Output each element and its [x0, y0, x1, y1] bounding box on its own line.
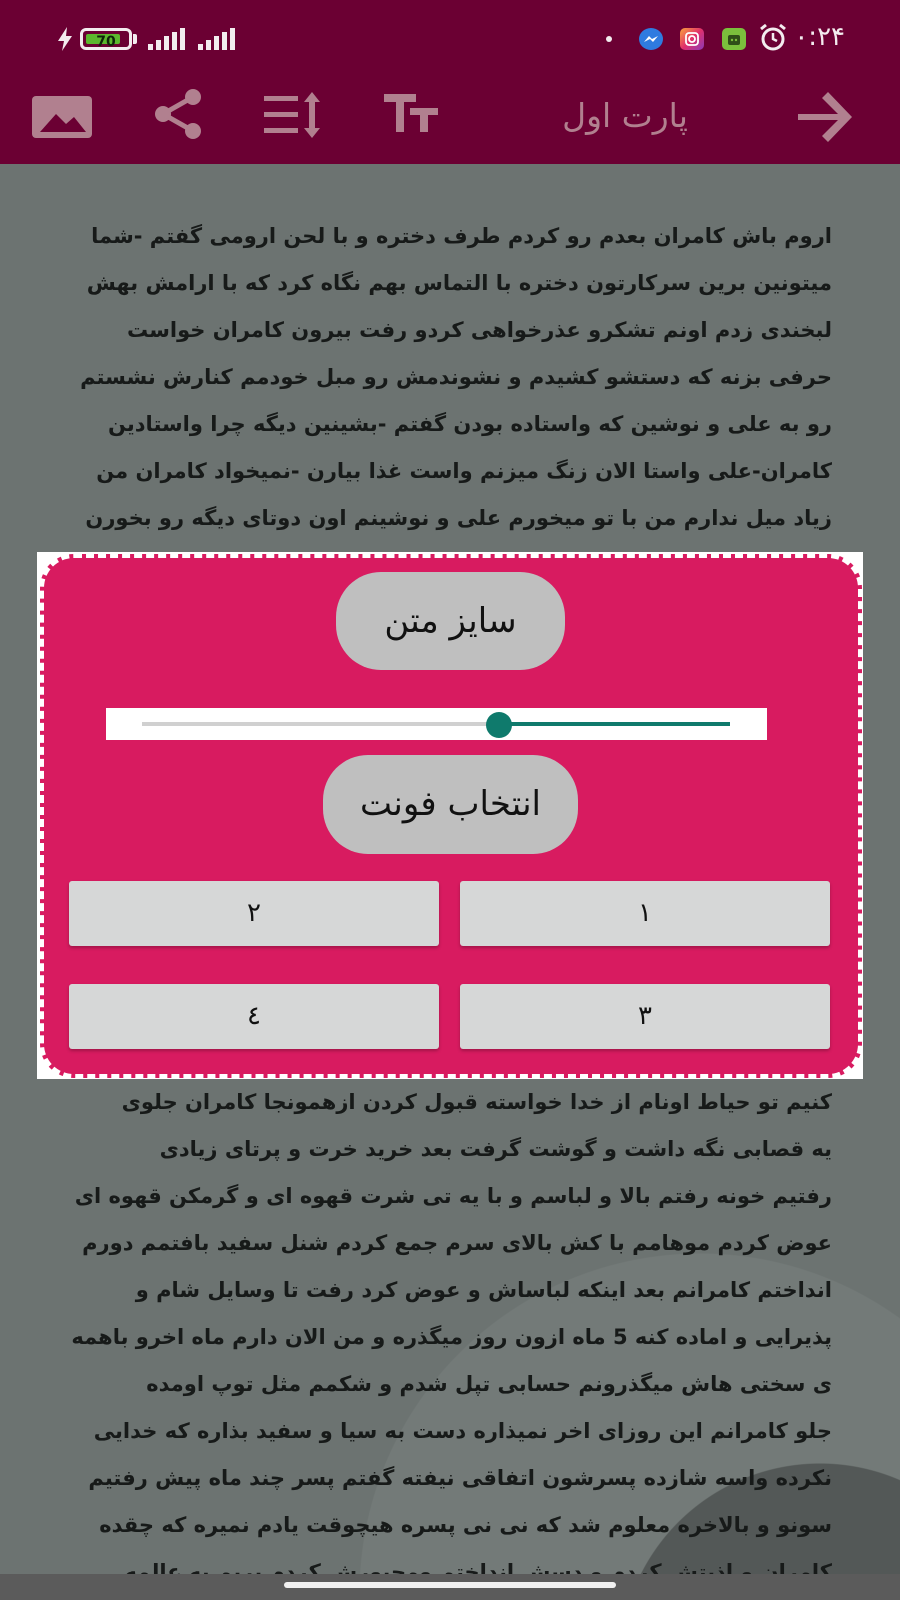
story-line: پذیرایی و اماده کنه 5 ماه ازون روز میگذر… — [71, 1325, 832, 1349]
story-line: نکرده واسه شازده پسرشون اتفاقی نیفته گفت… — [88, 1466, 832, 1490]
story-line: یه قصابی نگه داشت و گوشت گرفت بعد خرید خ… — [159, 1137, 832, 1161]
story-line: انداختم کامرانم بعد اینکه لباساش و عوض ک… — [135, 1278, 832, 1302]
story-line: کنیم تو حیاط اونام از خدا خواسته قبول کر… — [121, 1090, 832, 1114]
battery-icon: 70 — [80, 28, 132, 50]
font-option-4[interactable]: ٤ — [69, 984, 439, 1049]
story-line: کامران-علی واستا الان زنگ میزنم واست غذا… — [96, 459, 832, 483]
story-line: زیاد میل ندارم من با تو میخورم علی و نوش… — [85, 506, 832, 530]
instagram-icon — [680, 28, 704, 50]
story-line: حرفی بزنه که دستشو کشیدم و نشوندمش رو مب… — [80, 365, 832, 389]
story-line: ی سختی هاش میگذرونم حسابی تپل شدم و شکمم… — [146, 1372, 832, 1396]
font-option-1[interactable]: ۱ — [460, 881, 830, 946]
slider-track-filled — [494, 722, 730, 726]
signal-icon — [198, 28, 235, 50]
slider-thumb[interactable] — [486, 712, 512, 738]
story-line: اروم باش کامران بعدم رو کردم طرف دختره و… — [91, 224, 832, 248]
font-option-2[interactable]: ۲ — [69, 881, 439, 946]
image-icon[interactable] — [30, 90, 94, 146]
story-line: کامران و اذیتش کردم و دسش انداختم ومجبور… — [124, 1560, 832, 1574]
text-size-icon[interactable] — [382, 90, 440, 136]
app-bar: پارت اول — [0, 80, 900, 164]
line-spacing-icon[interactable] — [262, 90, 324, 140]
story-line: رفتیم خونه رفتم بالا و لباسم و با یه تی … — [74, 1184, 832, 1208]
text-size-slider[interactable] — [106, 708, 767, 740]
story-line: میتونین برین سرکارتون دختره با التماس به… — [86, 271, 832, 295]
story-line: جلو کامرانم این روزای اخر نمیذاره دست به… — [93, 1419, 832, 1443]
signal-icon — [148, 28, 185, 50]
status-time: ۰:۲۴ — [794, 22, 845, 52]
home-handle[interactable] — [284, 1582, 616, 1588]
slider-track — [142, 722, 494, 726]
story-line: رو به علی و نوشین که واستاده بودن گفتم -… — [108, 412, 832, 436]
navigation-bar — [0, 1574, 900, 1600]
android-app-icon — [722, 28, 746, 50]
text-size-title: سایز متن — [336, 572, 565, 670]
dot-icon — [606, 36, 612, 42]
story-line: سونو و بالاخره معلوم شد که نی نی پسره هی… — [99, 1513, 832, 1537]
share-icon[interactable] — [150, 86, 206, 142]
status-bar: 70 ۰:۲۴ — [0, 0, 900, 80]
back-arrow-icon[interactable] — [794, 90, 852, 144]
story-line: لبخندی زدم اونم تشکرو عذرخواهی کردو رفت … — [127, 318, 832, 342]
story-line: عوض کردم موهامم با کش بالای سرم جمع کردم… — [82, 1231, 832, 1255]
battery-level: 70 — [96, 34, 116, 50]
font-select-title: انتخاب فونت — [323, 755, 578, 854]
page-title: پارت اول — [562, 96, 688, 135]
messenger-icon — [639, 28, 663, 50]
alarm-icon — [760, 23, 786, 51]
font-option-3[interactable]: ۳ — [460, 984, 830, 1049]
charging-icon — [58, 27, 72, 51]
